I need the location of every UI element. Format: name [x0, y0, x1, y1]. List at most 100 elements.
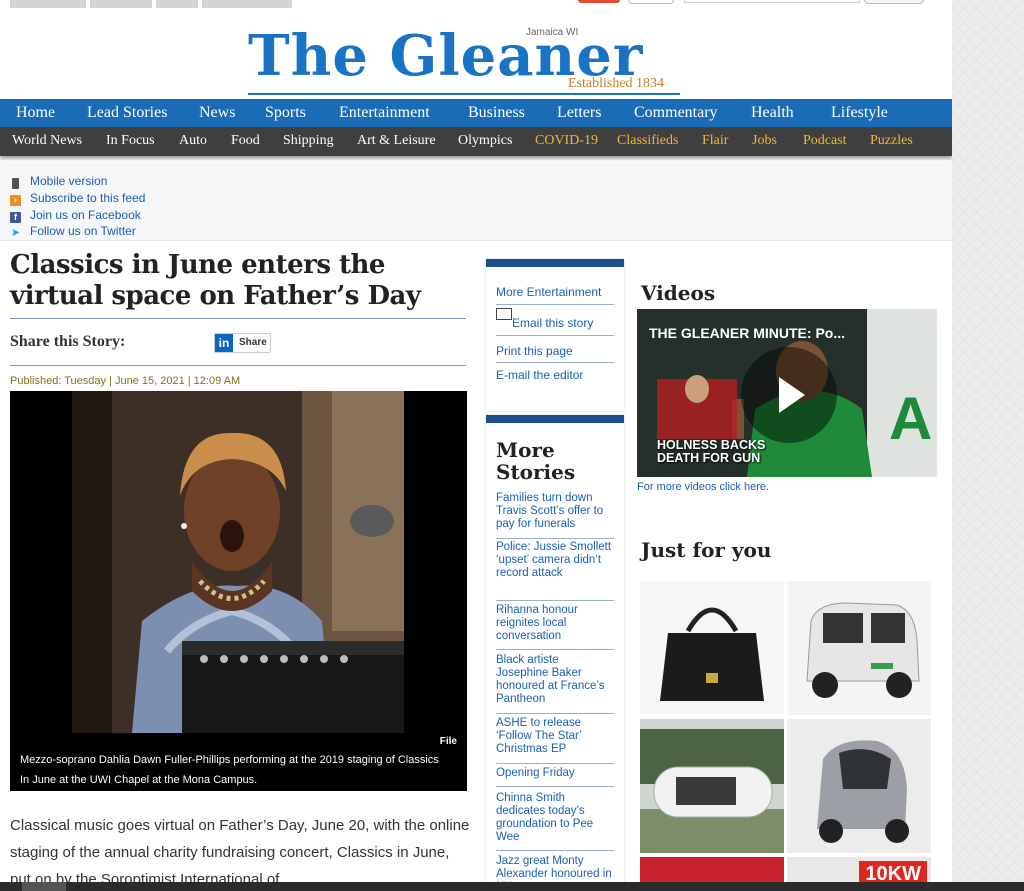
twitter-link[interactable]: ➤ Follow us on Twitter	[10, 224, 136, 240]
nav-item-food[interactable]: Food	[231, 133, 260, 149]
linkedin-share-button[interactable]: in Share	[214, 333, 271, 353]
story-link[interactable]: ASHE to release ‘Follow The Star’ Christ…	[496, 717, 614, 756]
logo-location: Jamaica WI	[526, 27, 579, 38]
divider	[496, 362, 614, 363]
email-story-link[interactable]: Email this story	[496, 308, 614, 330]
svg-text:A: A	[889, 385, 932, 452]
subscribe-feed-label: Subscribe to this feed	[30, 191, 146, 205]
article-body: Classical music goes virtual on Father’s…	[10, 817, 470, 888]
page: The Gleaner Jamaica WI Established 1834 …	[0, 0, 952, 891]
nav-item-shipping[interactable]: Shipping	[283, 133, 334, 149]
nav-item-puzzles[interactable]: Puzzles	[870, 133, 913, 149]
nav-item-entertainment[interactable]: Entertainment	[339, 104, 430, 122]
nav-item-podcast[interactable]: Podcast	[803, 133, 847, 149]
scroll-thumb[interactable]	[22, 882, 66, 891]
nav-item-news[interactable]: News	[199, 104, 235, 122]
ad-tile-pod-house[interactable]	[640, 719, 784, 853]
envelope-icon	[496, 308, 512, 320]
share-label: Share this Story:	[10, 333, 126, 350]
masthead-logo[interactable]: The Gleaner Jamaica WI Established 1834	[248, 20, 680, 96]
video-caption-line2: DEATH FOR GUN	[657, 451, 761, 465]
top-tab[interactable]	[202, 0, 292, 8]
story-link[interactable]: Black artiste Josephine Baker honoured a…	[496, 654, 614, 706]
divider	[496, 335, 614, 336]
rss-icon: ◗	[10, 195, 21, 206]
nav-item-home[interactable]: Home	[16, 104, 55, 122]
nav-item-classifieds[interactable]: Classifieds	[617, 133, 678, 149]
article-headline: Classics in June enters the virtual spac…	[10, 250, 421, 311]
primary-nav: Home Lead Stories News Sports Entertainm…	[0, 99, 952, 128]
singer-photo	[72, 391, 404, 733]
logo-established: Established 1834	[568, 76, 665, 91]
nav-item-flair[interactable]: Flair	[702, 133, 728, 149]
scooter-car-image	[787, 719, 931, 853]
car-image	[787, 581, 931, 715]
top-tab[interactable]	[156, 0, 198, 8]
story-link[interactable]: Families turn down Travis Scott’s offer …	[496, 492, 614, 531]
mobile-version-link[interactable]: Mobile version	[10, 174, 107, 190]
print-page-link[interactable]: Print this page	[496, 345, 614, 358]
secondary-nav: World News In Focus Auto Food Shipping A…	[0, 128, 952, 156]
more-entertainment-link[interactable]: More Entertainment	[496, 286, 614, 299]
nav-item-business[interactable]: Business	[468, 104, 525, 122]
linkedin-icon: in	[215, 334, 233, 352]
facebook-link[interactable]: f Join us on Facebook	[10, 208, 141, 224]
top-red-button[interactable]	[578, 0, 620, 3]
search-input[interactable]	[684, 0, 860, 3]
photo-credit: File	[439, 736, 457, 747]
mobile-version-label: Mobile version	[30, 174, 108, 188]
logo-rule	[248, 93, 680, 95]
utility-links: Mobile version ◗ Subscribe to this feed f…	[0, 162, 952, 241]
ad-tile-scooter-car[interactable]	[787, 719, 931, 853]
divider	[496, 850, 614, 851]
nav-item-lead-stories[interactable]: Lead Stories	[87, 104, 167, 122]
video-caption-line1: HOLNESS BACKS	[657, 438, 766, 452]
photo-caption: Mezzo-soprano Dahlia Dawn Fuller-Phillip…	[20, 754, 439, 786]
top-tab[interactable]	[10, 0, 86, 8]
nav-item-lifestyle[interactable]: Lifestyle	[831, 104, 888, 122]
more-videos-link[interactable]: For more videos click here.	[637, 481, 769, 493]
facebook-icon: f	[10, 212, 21, 223]
divider	[10, 365, 466, 366]
twitter-icon: ➤	[10, 227, 21, 239]
facebook-label: Join us on Facebook	[30, 208, 141, 222]
ad-tile-car[interactable]	[787, 581, 931, 715]
nav-item-sports[interactable]: Sports	[265, 104, 306, 122]
story-link[interactable]: Chinna Smith dedicates today’s groundati…	[496, 792, 614, 844]
divider	[496, 763, 614, 764]
videos-heading: Videos	[641, 281, 716, 305]
story-link[interactable]: Rihanna honour reignites local conversat…	[496, 604, 614, 643]
divider	[496, 786, 614, 787]
article-tools-box: More Entertainment Email this story Prin…	[486, 259, 624, 411]
nav-item-letters[interactable]: Letters	[557, 104, 601, 122]
divider	[496, 538, 614, 539]
top-tab[interactable]	[90, 0, 152, 8]
share-button-label: Share	[239, 337, 267, 348]
article-photo[interactable]: File Mezzo-soprano Dahlia Dawn Fuller-Ph…	[10, 391, 467, 791]
top-button[interactable]	[628, 0, 674, 4]
play-icon[interactable]	[741, 347, 837, 443]
ad-tile-handbag[interactable]	[640, 581, 784, 715]
video-player[interactable]: A THE GLEANER MINUTE: Po... HOLNESS BACK…	[637, 309, 937, 477]
mobile-icon	[12, 178, 19, 189]
subscribe-feed-link[interactable]: ◗ Subscribe to this feed	[10, 191, 145, 207]
nav-item-in-focus[interactable]: In Focus	[106, 133, 155, 149]
nav-item-world-news[interactable]: World News	[12, 133, 82, 149]
story-link[interactable]: Police: Jussie Smollett ‘upset’ camera d…	[496, 541, 614, 580]
nav-item-covid-19[interactable]: COVID-19	[535, 133, 598, 149]
nav-item-olympics[interactable]: Olympics	[458, 133, 512, 149]
nav-item-jobs[interactable]: Jobs	[752, 133, 777, 149]
divider	[10, 318, 466, 319]
nav-item-art-leisure[interactable]: Art & Leisure	[357, 133, 436, 149]
email-editor-link[interactable]: E-mail the editor	[496, 369, 614, 382]
bottom-scrollbar[interactable]	[0, 882, 1024, 891]
nav-item-commentary[interactable]: Commentary	[634, 104, 718, 122]
story-link[interactable]: Opening Friday	[496, 767, 614, 780]
divider	[496, 713, 614, 714]
more-stories-title: More Stories	[496, 438, 576, 484]
search-button[interactable]	[864, 0, 924, 4]
pod-house-image	[640, 719, 784, 853]
nav-item-health[interactable]: Health	[751, 104, 794, 122]
nav-item-auto[interactable]: Auto	[179, 133, 207, 149]
handbag-image	[640, 581, 784, 715]
